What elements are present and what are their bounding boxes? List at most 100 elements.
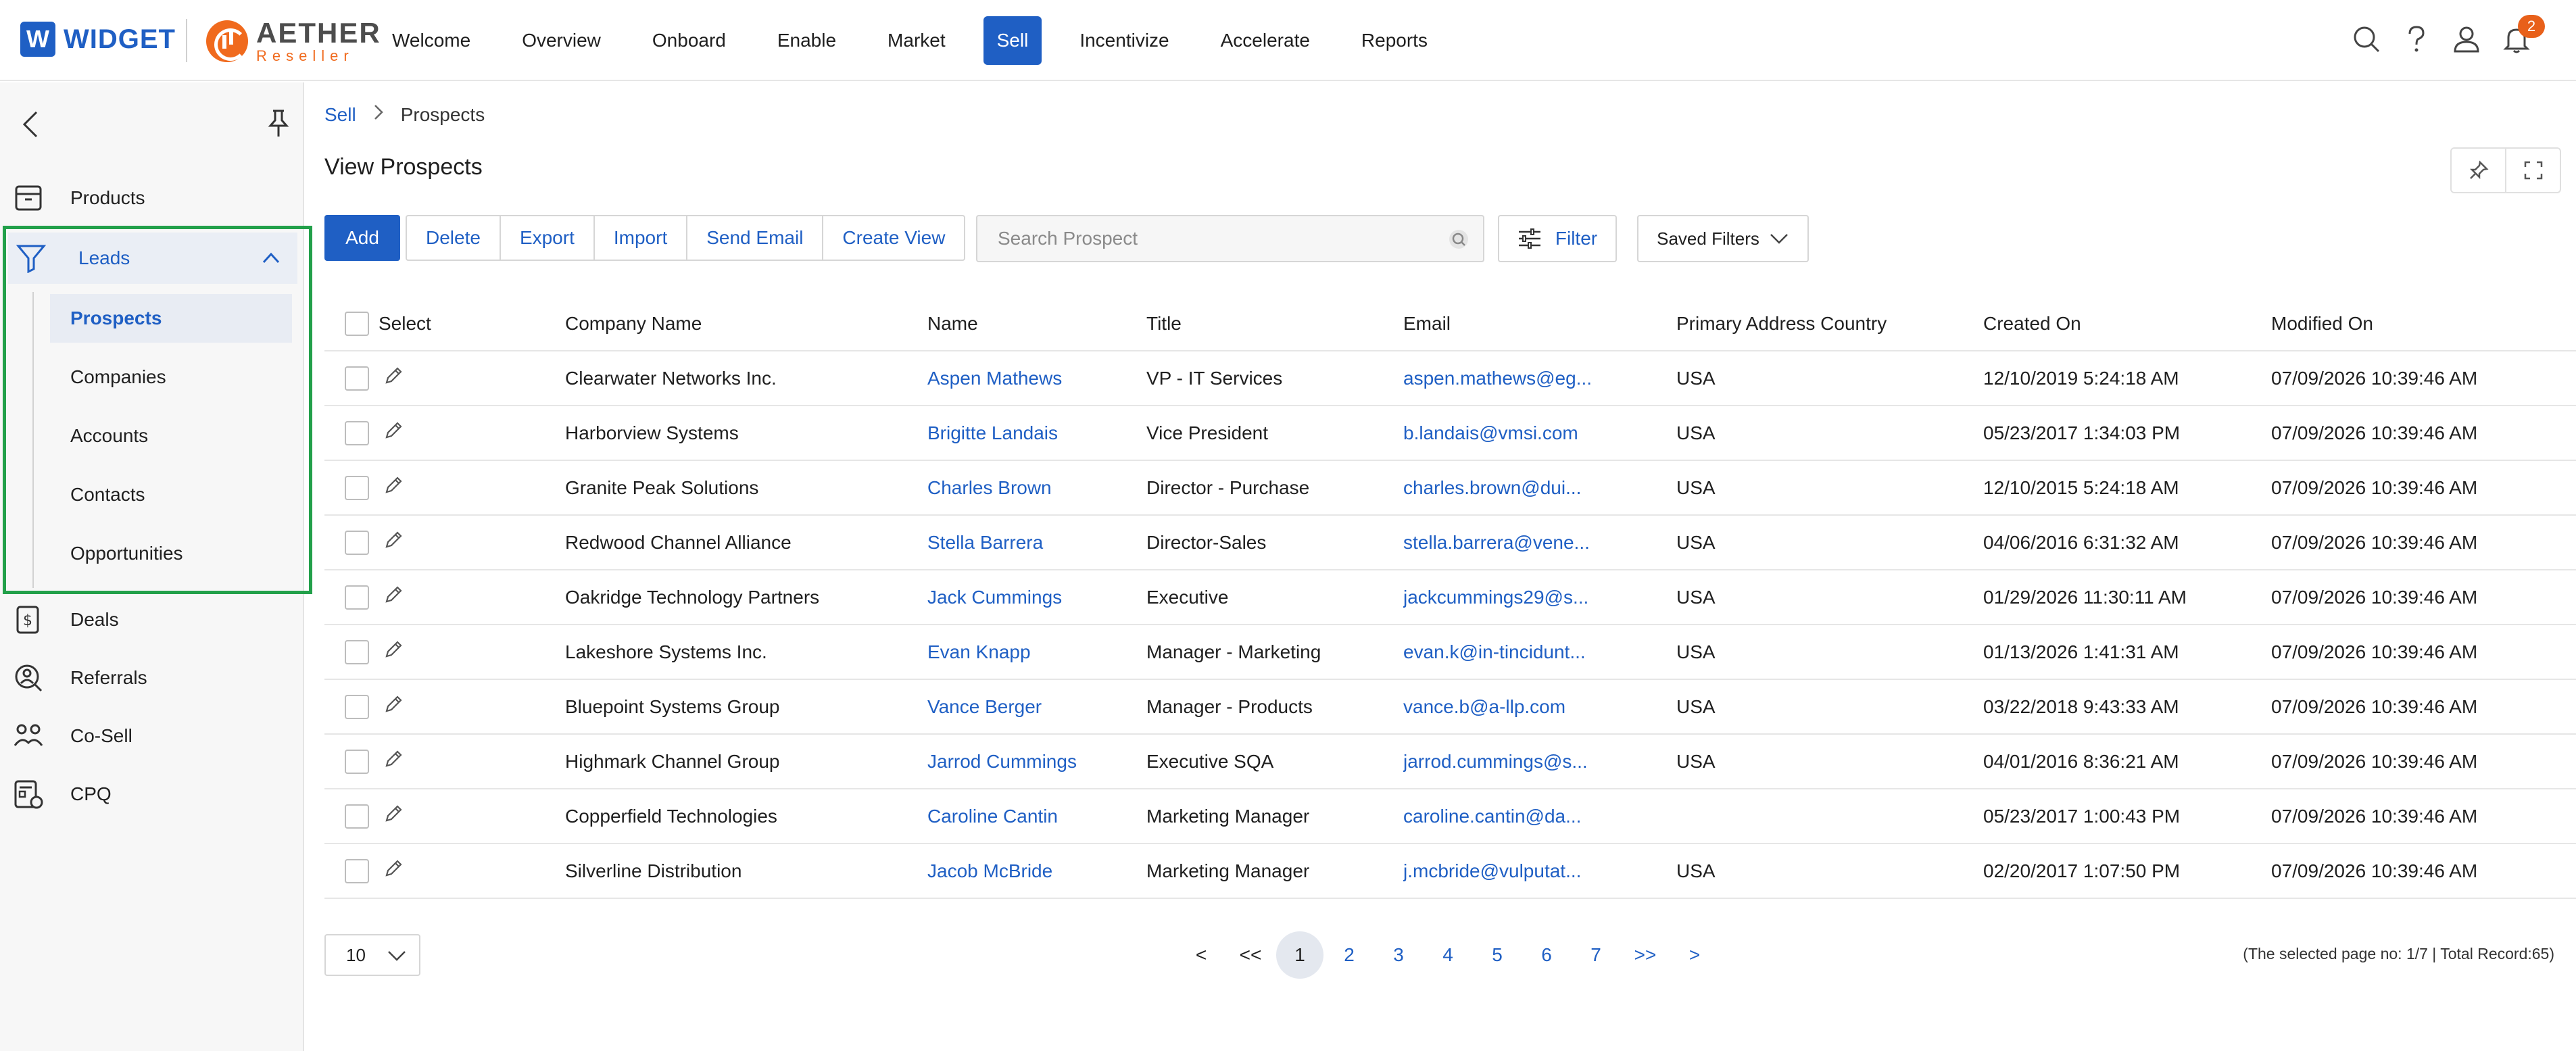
bell-icon[interactable]: 2	[2498, 15, 2545, 58]
cell-name-link[interactable]: Stella Barrera	[927, 516, 1144, 569]
row-checkbox[interactable]	[345, 475, 369, 500]
delete-button[interactable]: Delete	[407, 216, 500, 260]
page-4-button[interactable]: 4	[1424, 931, 1472, 979]
edit-pencil-icon[interactable]	[383, 803, 404, 829]
sidebar-item-co-sell[interactable]: Co-Sell	[14, 712, 297, 760]
page-5-button[interactable]: 5	[1474, 931, 1521, 979]
chevron-up-icon[interactable]	[261, 247, 281, 272]
export-button[interactable]: Export	[499, 216, 593, 260]
edit-pencil-icon[interactable]	[383, 693, 404, 720]
search-icon[interactable]	[1447, 227, 1471, 255]
cell-email-link[interactable]: vance.b@a-llp.com	[1403, 680, 1671, 733]
header-name[interactable]: Name	[927, 297, 1144, 350]
cell-email-link[interactable]: jackcummings29@s...	[1403, 570, 1671, 624]
row-checkbox[interactable]	[345, 858, 369, 883]
saved-filters-dropdown[interactable]: Saved Filters	[1637, 215, 1809, 262]
cell-email-link[interactable]: caroline.cantin@da...	[1403, 789, 1671, 843]
pin-view-button[interactable]	[2452, 149, 2505, 192]
widget-logo[interactable]: W WIDGET	[20, 22, 176, 57]
row-checkbox[interactable]	[345, 585, 369, 610]
header-company-name[interactable]: Company Name	[565, 297, 917, 350]
edit-pencil-icon[interactable]	[383, 474, 404, 501]
row-checkbox[interactable]	[345, 749, 369, 774]
nav-enable[interactable]: Enable	[764, 16, 850, 65]
add-button[interactable]: Add	[324, 215, 400, 261]
edit-pencil-icon[interactable]	[383, 365, 404, 391]
sidebar-subitem-accounts[interactable]: Accounts	[50, 412, 292, 460]
sidebar-subitem-companies[interactable]: Companies	[50, 353, 292, 401]
edit-pencil-icon[interactable]	[383, 529, 404, 556]
header-title[interactable]: Title	[1146, 297, 1396, 350]
sidebar-item-deals[interactable]: $ Deals	[14, 596, 297, 643]
cell-email-link[interactable]: stella.barrera@vene...	[1403, 516, 1671, 569]
edit-pencil-icon[interactable]	[383, 858, 404, 884]
row-checkbox[interactable]	[345, 694, 369, 719]
pin-icon[interactable]	[266, 108, 291, 141]
cell-name-link[interactable]: Jack Cummings	[927, 570, 1144, 624]
row-checkbox[interactable]	[345, 530, 369, 555]
cell-email-link[interactable]: evan.k@in-tincidunt...	[1403, 625, 1671, 679]
sidebar-item-leads[interactable]: Leads	[8, 233, 297, 284]
edit-pencil-icon[interactable]	[383, 748, 404, 775]
row-checkbox[interactable]	[345, 804, 369, 829]
edit-pencil-icon[interactable]	[383, 639, 404, 665]
page-1-button[interactable]: 1	[1276, 931, 1323, 979]
page-2-button[interactable]: 2	[1326, 931, 1373, 979]
header-email[interactable]: Email	[1403, 297, 1671, 350]
page-3-button[interactable]: 3	[1375, 931, 1422, 979]
sidebar-item-referrals[interactable]: Referrals	[14, 654, 297, 702]
nav-accelerate[interactable]: Accelerate	[1207, 16, 1323, 65]
nav-overview[interactable]: Overview	[508, 16, 614, 65]
import-button[interactable]: Import	[593, 216, 686, 260]
send-email-button[interactable]: Send Email	[686, 216, 822, 260]
header-created-on[interactable]: Created On	[1983, 297, 2267, 350]
cell-name-link[interactable]: Brigitte Landais	[927, 406, 1144, 460]
help-icon[interactable]	[2398, 20, 2435, 58]
search-input[interactable]	[977, 228, 1424, 249]
row-checkbox[interactable]	[345, 639, 369, 664]
header-country[interactable]: Primary Address Country	[1676, 297, 1974, 350]
sidebar-subitem-opportunities[interactable]: Opportunities	[50, 529, 292, 578]
search-icon[interactable]	[2348, 20, 2385, 58]
cell-name-link[interactable]: Jacob McBride	[927, 844, 1144, 898]
cell-email-link[interactable]: charles.brown@dui...	[1403, 461, 1671, 514]
edit-pencil-icon[interactable]	[383, 584, 404, 610]
last-page-button[interactable]: >>	[1622, 931, 1669, 979]
row-checkbox[interactable]	[345, 420, 369, 445]
next-page-button[interactable]: >	[1671, 931, 1718, 979]
header-modified-on[interactable]: Modified On	[2271, 297, 2575, 350]
cell-name-link[interactable]: Vance Berger	[927, 680, 1144, 733]
row-checkbox[interactable]	[345, 366, 369, 391]
cell-email-link[interactable]: j.mcbride@vulputat...	[1403, 844, 1671, 898]
sidebar-subitem-prospects[interactable]: Prospects	[50, 294, 292, 343]
nav-welcome[interactable]: Welcome	[379, 16, 484, 65]
fullscreen-button[interactable]	[2505, 149, 2560, 192]
chevron-left-icon[interactable]	[20, 109, 41, 143]
nav-incentivize[interactable]: Incentivize	[1066, 16, 1182, 65]
user-icon[interactable]	[2448, 20, 2485, 58]
select-all-checkbox[interactable]	[345, 312, 369, 336]
create-view-button[interactable]: Create View	[822, 216, 964, 260]
cell-name-link[interactable]: Charles Brown	[927, 461, 1144, 514]
nav-onboard[interactable]: Onboard	[639, 16, 739, 65]
cell-email-link[interactable]: jarrod.cummings@s...	[1403, 735, 1671, 788]
page-7-button[interactable]: 7	[1572, 931, 1620, 979]
nav-reports[interactable]: Reports	[1348, 16, 1441, 65]
breadcrumb-sell-link[interactable]: Sell	[324, 104, 356, 126]
edit-pencil-icon[interactable]	[383, 420, 404, 446]
cell-name-link[interactable]: Jarrod Cummings	[927, 735, 1144, 788]
page-6-button[interactable]: 6	[1523, 931, 1570, 979]
nav-sell[interactable]: Sell	[983, 16, 1042, 65]
cell-name-link[interactable]: Caroline Cantin	[927, 789, 1144, 843]
cell-email-link[interactable]: b.landais@vmsi.com	[1403, 406, 1671, 460]
prev-page-button[interactable]: <	[1177, 931, 1225, 979]
sidebar-item-cpq[interactable]: CPQ	[14, 771, 297, 818]
nav-market[interactable]: Market	[874, 16, 959, 65]
filter-button[interactable]: Filter	[1498, 215, 1617, 262]
cell-name-link[interactable]: Evan Knapp	[927, 625, 1144, 679]
first-page-button[interactable]: <<	[1227, 931, 1274, 979]
cell-email-link[interactable]: aspen.mathews@eg...	[1403, 351, 1671, 405]
cell-name-link[interactable]: Aspen Mathews	[927, 351, 1144, 405]
sidebar-subitem-contacts[interactable]: Contacts	[50, 470, 292, 519]
page-size-select[interactable]: 10	[324, 934, 420, 976]
